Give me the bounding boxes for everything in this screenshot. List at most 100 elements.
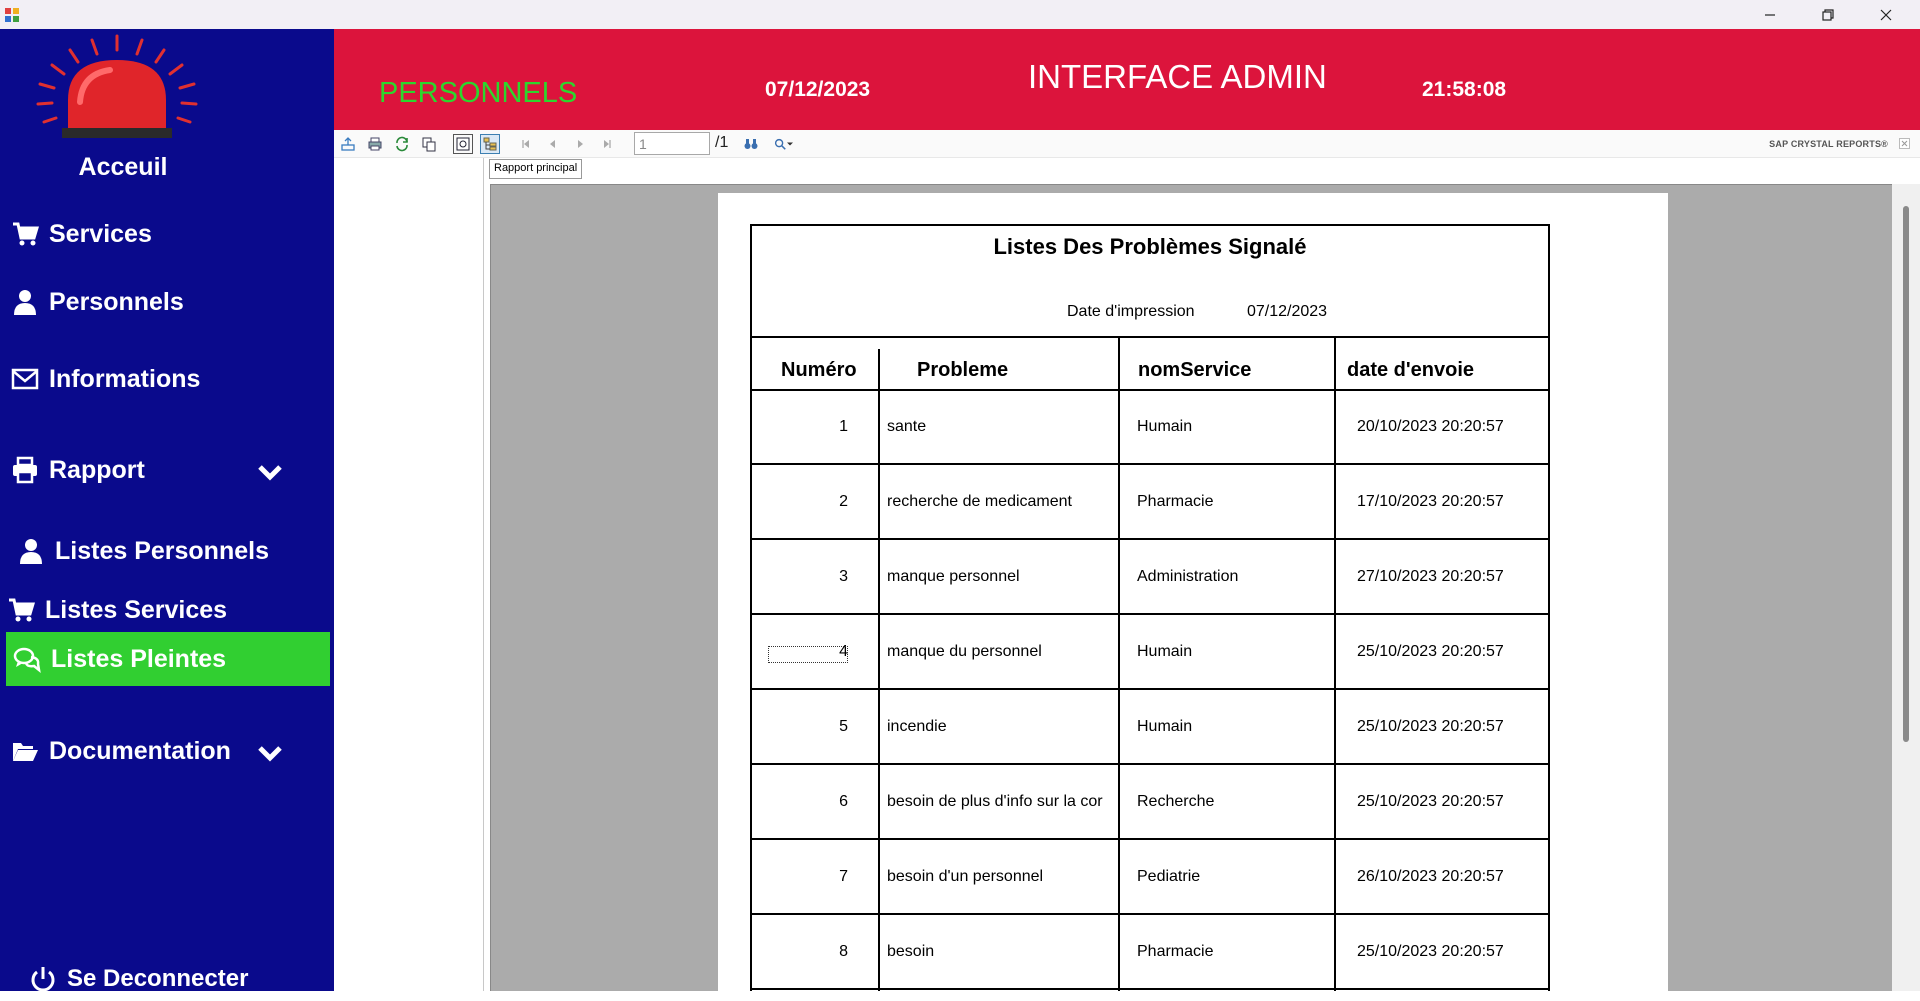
close-icon bbox=[1880, 9, 1892, 20]
row-number: 6 bbox=[839, 793, 848, 810]
page-number-input[interactable] bbox=[634, 132, 710, 155]
alarm-siren-logo[interactable] bbox=[22, 32, 212, 142]
row-probleme: manque du personnel bbox=[887, 643, 1042, 660]
sidebar-item-label: Documentation bbox=[49, 736, 231, 765]
next-page-icon bbox=[578, 140, 583, 148]
row-probleme: incendie bbox=[887, 718, 947, 735]
zoom-icon bbox=[774, 138, 786, 150]
find-button[interactable] bbox=[741, 134, 761, 154]
row-probleme: recherche de medicament bbox=[887, 493, 1072, 510]
previous-page-button[interactable] bbox=[543, 134, 563, 154]
sidebar-item-label: Listes Services bbox=[45, 595, 228, 624]
chat-icon bbox=[13, 647, 41, 673]
first-page-button[interactable] bbox=[516, 134, 536, 154]
cart-icon bbox=[9, 598, 35, 622]
sidebar: Acceuil Services Personnels Informations… bbox=[0, 29, 334, 992]
first-page-icon bbox=[522, 140, 529, 148]
sidebar-item-rapport[interactable]: Rapport bbox=[0, 448, 334, 492]
window-title-bar bbox=[0, 0, 1920, 29]
sidebar-item-listes-personnels[interactable]: Listes Personnels bbox=[6, 529, 340, 573]
toggle-parameter-panel-button[interactable] bbox=[453, 134, 473, 154]
column-header-date-envoie: date d'envoie bbox=[1347, 359, 1475, 381]
sidebar-item-personnels[interactable]: Personnels bbox=[0, 280, 334, 324]
row-probleme: besoin de plus d'info sur la cor bbox=[887, 793, 1103, 810]
copy-icon bbox=[422, 137, 436, 152]
binoculars-icon bbox=[744, 139, 758, 149]
group-tree-icon bbox=[483, 137, 497, 151]
sidebar-item-services[interactable]: Services bbox=[0, 212, 334, 256]
row-service: Pharmacie bbox=[1137, 943, 1214, 960]
row-probleme: manque personnel bbox=[887, 568, 1020, 585]
close-panel-icon[interactable] bbox=[1899, 138, 1910, 149]
row-service: Humain bbox=[1137, 643, 1193, 660]
row-date: 25/10/2023 20:20:57 bbox=[1357, 643, 1504, 660]
row-probleme: sante bbox=[887, 418, 927, 435]
export-button[interactable] bbox=[338, 134, 358, 154]
refresh-icon bbox=[396, 136, 408, 152]
row-number: 3 bbox=[839, 568, 848, 585]
copy-button[interactable] bbox=[419, 134, 439, 154]
column-divider bbox=[878, 349, 880, 991]
group-tree-panel[interactable] bbox=[334, 158, 484, 991]
row-divider bbox=[750, 988, 1550, 990]
last-page-button[interactable] bbox=[597, 134, 617, 154]
row-divider bbox=[750, 763, 1550, 765]
next-page-button[interactable] bbox=[570, 134, 590, 154]
sidebar-item-listes-pleintes[interactable]: Listes Pleintes bbox=[6, 632, 330, 686]
print-date-label: Date d'impression bbox=[1067, 303, 1195, 320]
row-number: 2 bbox=[839, 493, 848, 510]
chevron-down-icon[interactable] bbox=[255, 457, 285, 487]
app-icon bbox=[5, 8, 19, 22]
column-divider bbox=[1334, 336, 1336, 991]
sidebar-item-informations[interactable]: Informations bbox=[0, 357, 334, 401]
sidebar-item-documentation[interactable]: Documentation bbox=[0, 729, 334, 773]
report-title: Listes Des Problèmes Signalé bbox=[993, 234, 1307, 259]
row-service: Administration bbox=[1137, 568, 1239, 585]
viewer-toolbar: /1 SAP CRYSTAL REPORTS® bbox=[334, 130, 1920, 158]
row-probleme: besoin bbox=[887, 943, 935, 960]
row-date: 25/10/2023 20:20:57 bbox=[1357, 943, 1504, 960]
restore-button[interactable] bbox=[1799, 0, 1857, 29]
column-header-nomservice: nomService bbox=[1138, 359, 1252, 381]
report-tab-strip bbox=[484, 158, 1920, 182]
user-icon bbox=[20, 539, 42, 564]
export-icon bbox=[341, 137, 355, 151]
parameter-panel-icon bbox=[456, 137, 470, 151]
scrollbar-thumb[interactable] bbox=[1903, 206, 1909, 742]
row-probleme: besoin d'un personnel bbox=[887, 868, 1044, 885]
user-icon bbox=[14, 290, 36, 315]
header-date: 07/12/2023 bbox=[765, 78, 871, 101]
row-date: 26/10/2023 20:20:57 bbox=[1357, 868, 1504, 885]
logout-button[interactable]: Se Deconnecter bbox=[18, 957, 352, 1001]
row-service: Recherche bbox=[1137, 793, 1215, 810]
print-button[interactable] bbox=[365, 134, 385, 154]
print-icon bbox=[368, 137, 382, 151]
sidebar-item-label: Informations bbox=[49, 364, 201, 393]
print-date-value: 07/12/2023 bbox=[1247, 303, 1328, 320]
zoom-dropdown[interactable] bbox=[768, 134, 798, 154]
tab-rapport-principal[interactable]: Rapport principal bbox=[489, 159, 583, 179]
sidebar-item-listes-services[interactable]: Listes Services bbox=[0, 588, 330, 632]
row-number: 1 bbox=[839, 418, 848, 435]
folder-open-icon bbox=[13, 743, 38, 761]
page-total: /1 bbox=[715, 134, 729, 151]
row-date: 20/10/2023 20:20:57 bbox=[1357, 418, 1504, 435]
crystal-reports-brand: SAP CRYSTAL REPORTS® bbox=[1769, 139, 1888, 149]
previous-page-icon bbox=[550, 140, 555, 148]
minimize-icon bbox=[1765, 13, 1775, 16]
home-label[interactable]: Acceuil bbox=[0, 153, 246, 182]
sidebar-item-label: Rapport bbox=[49, 455, 145, 484]
close-button[interactable] bbox=[1857, 0, 1915, 29]
chevron-down-icon[interactable] bbox=[255, 738, 285, 768]
printer-icon bbox=[13, 456, 37, 484]
row-divider bbox=[750, 913, 1550, 915]
last-page-icon bbox=[604, 140, 611, 148]
toggle-group-tree-button[interactable] bbox=[480, 134, 500, 154]
column-header-divider bbox=[750, 389, 1550, 391]
row-divider bbox=[750, 838, 1550, 840]
restore-icon bbox=[1822, 8, 1834, 21]
row-number: 5 bbox=[839, 718, 848, 735]
minimize-button[interactable] bbox=[1741, 0, 1799, 29]
refresh-button[interactable] bbox=[392, 134, 412, 154]
selected-field-outline bbox=[768, 646, 848, 663]
